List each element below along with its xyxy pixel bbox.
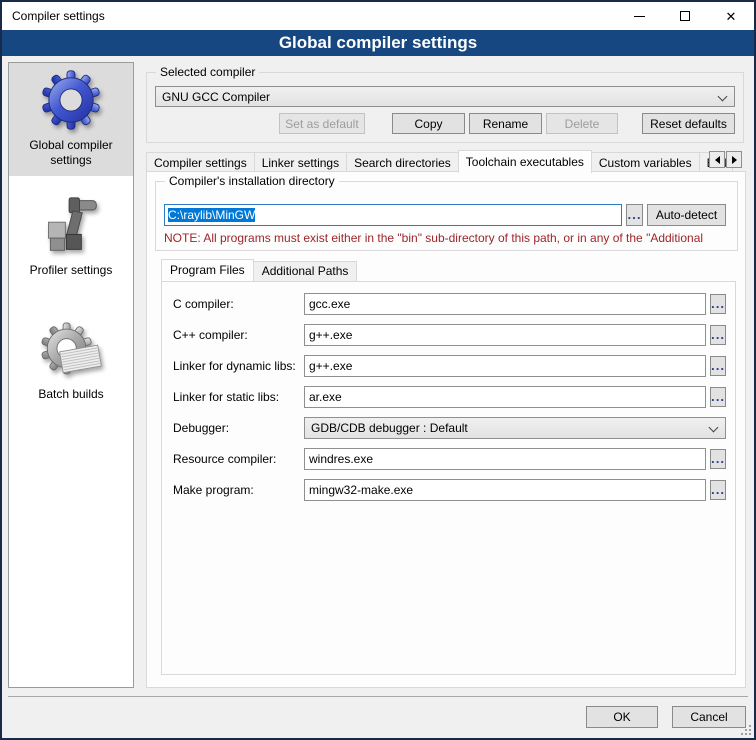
- sidebar-item-profiler-settings[interactable]: Profiler settings: [9, 188, 133, 286]
- window-controls: ✕: [616, 2, 754, 30]
- tab-program-files[interactable]: Program Files: [161, 259, 254, 281]
- debugger-row: Debugger: GDB/CDB debugger : Default: [162, 412, 735, 443]
- field-label: C++ compiler:: [173, 328, 304, 342]
- resource-compiler-input[interactable]: [304, 448, 706, 470]
- static-linker-input[interactable]: [304, 386, 706, 408]
- cpp-compiler-browse-button[interactable]: ...: [710, 325, 726, 345]
- make-program-browse-button[interactable]: ...: [710, 480, 726, 500]
- compiler-buttons-row: Set as default Copy Rename Delete Reset …: [147, 113, 735, 134]
- window-title: Compiler settings: [12, 9, 105, 23]
- dynamic-linker-input[interactable]: [304, 355, 706, 377]
- cpp-compiler-row: C++ compiler: ...: [162, 319, 735, 350]
- auto-detect-button[interactable]: Auto-detect: [647, 204, 726, 226]
- ok-button[interactable]: OK: [586, 706, 658, 728]
- close-button[interactable]: ✕: [708, 2, 754, 30]
- cancel-button[interactable]: Cancel: [672, 706, 746, 728]
- c-compiler-input[interactable]: [304, 293, 706, 315]
- make-program-row: Make program: ...: [162, 474, 735, 505]
- static-linker-row: Linker for static libs: ...: [162, 381, 735, 412]
- gray-gear-papers-icon: [40, 322, 102, 383]
- compiler-settings-dialog: Compiler settings ✕ Global compiler sett…: [0, 0, 756, 740]
- selected-compiler-label: Selected compiler: [156, 65, 259, 79]
- chevron-down-icon: [718, 92, 728, 102]
- chevron-down-icon: [709, 422, 719, 432]
- toolchain-executables-panel: Compiler's installation directory C:\ray…: [146, 171, 746, 688]
- minimize-icon: [634, 16, 645, 17]
- installation-directory-group: Compiler's installation directory C:\ray…: [155, 181, 738, 251]
- close-icon: ✕: [726, 10, 737, 23]
- tab-linker-settings[interactable]: Linker settings: [254, 152, 347, 173]
- sidebar-item-label: Profiler settings: [30, 263, 113, 278]
- static-linker-browse-button[interactable]: ...: [710, 387, 726, 407]
- resource-compiler-browse-button[interactable]: ...: [710, 449, 726, 469]
- page-title: Global compiler settings: [2, 30, 754, 56]
- program-files-panel: C compiler: ... C++ compiler: ... Linker…: [161, 281, 736, 675]
- sidebar-item-label: Global compiler settings: [11, 138, 131, 168]
- field-label: Resource compiler:: [173, 452, 304, 466]
- make-program-input[interactable]: [304, 479, 706, 501]
- cpp-compiler-input[interactable]: [304, 324, 706, 346]
- dynamic-linker-row: Linker for dynamic libs: ...: [162, 350, 735, 381]
- installation-directory-label: Compiler's installation directory: [165, 174, 339, 188]
- sidebar-item-batch-builds[interactable]: Batch builds: [9, 316, 133, 410]
- caliper-icon: [41, 194, 101, 259]
- sidebar-item-label: Batch builds: [38, 387, 103, 402]
- right-arrow-icon: [732, 156, 737, 164]
- rename-button[interactable]: Rename: [469, 113, 542, 134]
- c-compiler-browse-button[interactable]: ...: [710, 294, 726, 314]
- note-text: NOTE: All programs must exist either in …: [164, 231, 736, 245]
- field-label: Linker for dynamic libs:: [173, 359, 304, 373]
- field-label: Linker for static libs:: [173, 390, 304, 404]
- browse-directory-button[interactable]: ...: [626, 204, 643, 226]
- selected-compiler-group: Selected compiler GNU GCC Compiler Set a…: [146, 72, 744, 143]
- tab-scroll-left-button[interactable]: [709, 151, 725, 168]
- resource-compiler-row: Resource compiler: ...: [162, 443, 735, 474]
- titlebar: Compiler settings ✕: [2, 2, 754, 30]
- compiler-select[interactable]: GNU GCC Compiler: [155, 86, 735, 107]
- dynamic-linker-browse-button[interactable]: ...: [710, 356, 726, 376]
- tab-toolchain-executables[interactable]: Toolchain executables: [458, 150, 592, 173]
- delete-button: Delete: [546, 113, 618, 134]
- installation-directory-input[interactable]: C:\raylib\MinGW: [164, 204, 622, 226]
- reset-defaults-button[interactable]: Reset defaults: [642, 113, 735, 134]
- field-label: Make program:: [173, 483, 304, 497]
- resize-grip[interactable]: [741, 725, 751, 735]
- tab-search-directories[interactable]: Search directories: [346, 152, 459, 173]
- compiler-select-value: GNU GCC Compiler: [162, 90, 270, 104]
- tab-scroll-right-button[interactable]: [726, 151, 742, 168]
- tab-compiler-settings[interactable]: Compiler settings: [146, 152, 255, 173]
- c-compiler-row: C compiler: ...: [162, 288, 735, 319]
- footer-divider: [8, 696, 748, 697]
- tab-scroll-arrows: [708, 151, 742, 168]
- copy-button[interactable]: Copy: [392, 113, 465, 134]
- installation-directory-value: C:\raylib\MinGW: [168, 208, 255, 222]
- settings-tabstrip: Compiler settings Linker settings Search…: [146, 150, 744, 173]
- field-label: Debugger:: [173, 421, 304, 435]
- field-label: C compiler:: [173, 297, 304, 311]
- sidebar-item-global-compiler-settings[interactable]: Global compiler settings: [9, 63, 133, 176]
- maximize-icon: [680, 11, 690, 21]
- set-as-default-button: Set as default: [279, 113, 365, 134]
- minimize-button[interactable]: [616, 2, 662, 30]
- left-arrow-icon: [715, 156, 720, 164]
- blue-gear-icon: [40, 69, 102, 134]
- settings-sidebar: Global compiler settings Profiler settin…: [8, 62, 134, 688]
- program-files-tabstrip: Program Files Additional Paths: [161, 259, 356, 281]
- tab-custom-variables[interactable]: Custom variables: [591, 152, 700, 173]
- debugger-select[interactable]: GDB/CDB debugger : Default: [304, 417, 726, 439]
- tab-additional-paths[interactable]: Additional Paths: [253, 261, 358, 281]
- maximize-button[interactable]: [662, 2, 708, 30]
- debugger-select-value: GDB/CDB debugger : Default: [311, 421, 468, 435]
